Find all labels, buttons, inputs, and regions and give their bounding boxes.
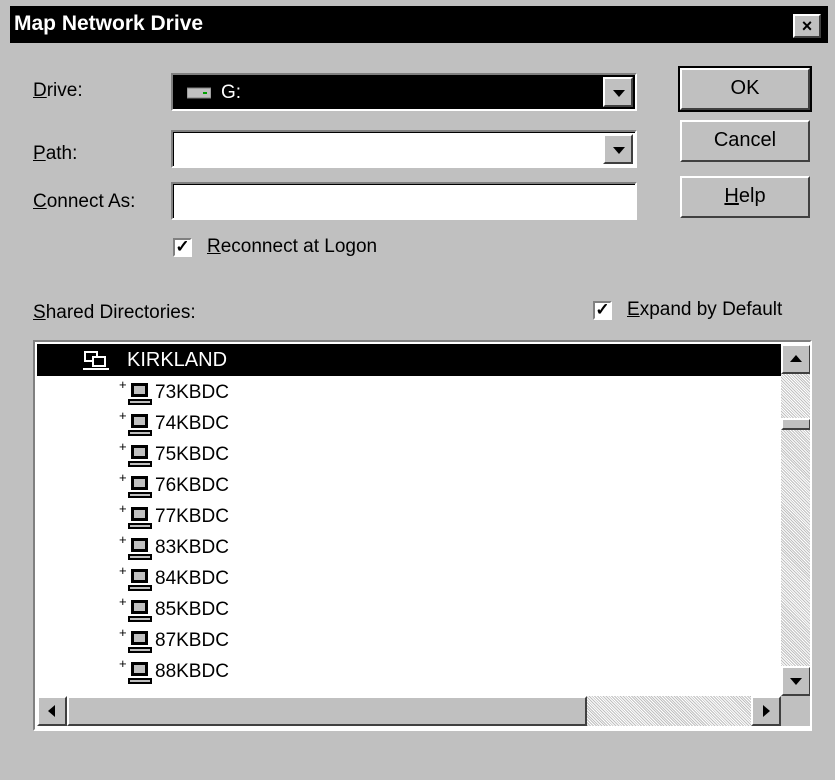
expand-plus-icon[interactable]: + <box>119 439 127 454</box>
path-label-rest: ath: <box>45 143 78 164</box>
arrow-down-icon <box>790 678 802 685</box>
expand-plus-icon[interactable]: + <box>119 470 127 485</box>
reconnect-checkbox[interactable]: ✓ <box>173 238 192 257</box>
computer-icon <box>128 414 152 436</box>
help-button-rest: elp <box>738 185 766 207</box>
vertical-scroll-thumb[interactable] <box>781 418 810 430</box>
path-combobox[interactable] <box>171 130 637 168</box>
title-bar: Map Network Drive × <box>10 6 828 43</box>
connect-as-label-accel: C <box>33 191 47 212</box>
scroll-up-button[interactable] <box>781 344 810 374</box>
scroll-left-button[interactable] <box>37 696 67 726</box>
tree-item-label: 75KBDC <box>155 444 229 465</box>
computer-icon <box>128 600 152 622</box>
network-drive-icon <box>187 87 211 99</box>
expand-plus-icon[interactable]: + <box>119 563 127 578</box>
scrollbar-corner <box>781 696 810 726</box>
arrow-right-icon <box>763 705 770 717</box>
drive-select[interactable]: G: <box>171 73 637 111</box>
computer-icon <box>128 631 152 653</box>
help-button[interactable]: Help <box>680 176 810 218</box>
expand-plus-icon[interactable]: + <box>119 594 127 609</box>
expand-plus-icon[interactable]: + <box>119 625 127 640</box>
close-button[interactable]: × <box>793 14 821 38</box>
tree-root-kirkland[interactable]: KIRKLAND <box>37 344 781 376</box>
arrow-left-icon <box>48 705 55 717</box>
computer-icon <box>128 662 152 684</box>
computer-icon <box>128 507 152 529</box>
tree-item-label: 85KBDC <box>155 599 229 620</box>
drive-label-accel: D <box>33 80 47 101</box>
path-dropdown-button[interactable] <box>603 134 633 164</box>
scroll-down-button[interactable] <box>781 666 810 696</box>
help-button-accel: H <box>724 185 739 207</box>
tree-item-label: 74KBDC <box>155 413 229 434</box>
window-title: Map Network Drive <box>14 12 204 35</box>
expand-plus-icon[interactable]: + <box>119 377 127 392</box>
tree-item-label: 83KBDC <box>155 537 229 558</box>
drive-label-rest: rive: <box>46 80 83 101</box>
path-label: Path: <box>33 143 77 165</box>
expand-by-default-checkbox[interactable]: ✓ <box>593 301 612 320</box>
arrow-up-icon <box>790 355 802 362</box>
tree-root-label: KIRKLAND <box>127 349 228 371</box>
tree-item-label: 84KBDC <box>155 568 229 589</box>
shared-label-accel: S <box>33 302 46 323</box>
reconnect-label-accel: R <box>207 236 221 257</box>
drive-label: Drive: <box>33 80 83 102</box>
computer-icon <box>128 445 152 467</box>
network-workgroup-icon <box>83 351 109 370</box>
shared-directories-label: Shared Directories: <box>33 302 196 324</box>
shared-directories-tree[interactable]: KIRKLAND + 73KBDC + 74KBDC + 75KBDC + 76… <box>33 340 812 731</box>
cancel-button[interactable]: Cancel <box>680 120 810 162</box>
close-icon: × <box>801 16 813 36</box>
connect-as-label-rest: onnect As: <box>46 191 136 212</box>
horizontal-scrollbar[interactable] <box>37 696 781 726</box>
ok-button[interactable]: OK <box>678 66 812 112</box>
shared-label-rest: hared Directories: <box>45 302 196 323</box>
path-label-accel: P <box>33 143 46 164</box>
scroll-right-button[interactable] <box>751 696 781 726</box>
expand-plus-icon[interactable]: + <box>119 501 127 516</box>
computer-icon <box>128 383 152 405</box>
tree-item-label: 73KBDC <box>155 382 229 403</box>
drive-value: G: <box>221 82 242 103</box>
expand-plus-icon[interactable]: + <box>119 532 127 547</box>
connect-as-label: Connect As: <box>33 191 135 213</box>
reconnect-label[interactable]: Reconnect at Logon <box>207 236 377 258</box>
expand-label-rest: xpand by Default <box>639 299 783 320</box>
expand-by-default-label[interactable]: Expand by Default <box>627 299 782 321</box>
tree-item-label: 88KBDC <box>155 661 229 682</box>
reconnect-label-rest: econnect at Logon <box>220 236 378 257</box>
expand-label-accel: E <box>627 299 640 320</box>
computer-icon <box>128 476 152 498</box>
vertical-scrollbar[interactable] <box>781 344 810 696</box>
computer-icon <box>128 569 152 591</box>
connect-as-input[interactable] <box>171 182 637 220</box>
tree-item-label: 87KBDC <box>155 630 229 651</box>
expand-plus-icon[interactable]: + <box>119 408 127 423</box>
tree-item-label: 77KBDC <box>155 506 229 527</box>
drive-dropdown-button[interactable] <box>603 77 633 107</box>
computer-icon <box>128 538 152 560</box>
expand-plus-icon[interactable]: + <box>119 656 127 671</box>
horizontal-scroll-thumb[interactable] <box>67 696 587 726</box>
tree-item-label: 76KBDC <box>155 475 229 496</box>
